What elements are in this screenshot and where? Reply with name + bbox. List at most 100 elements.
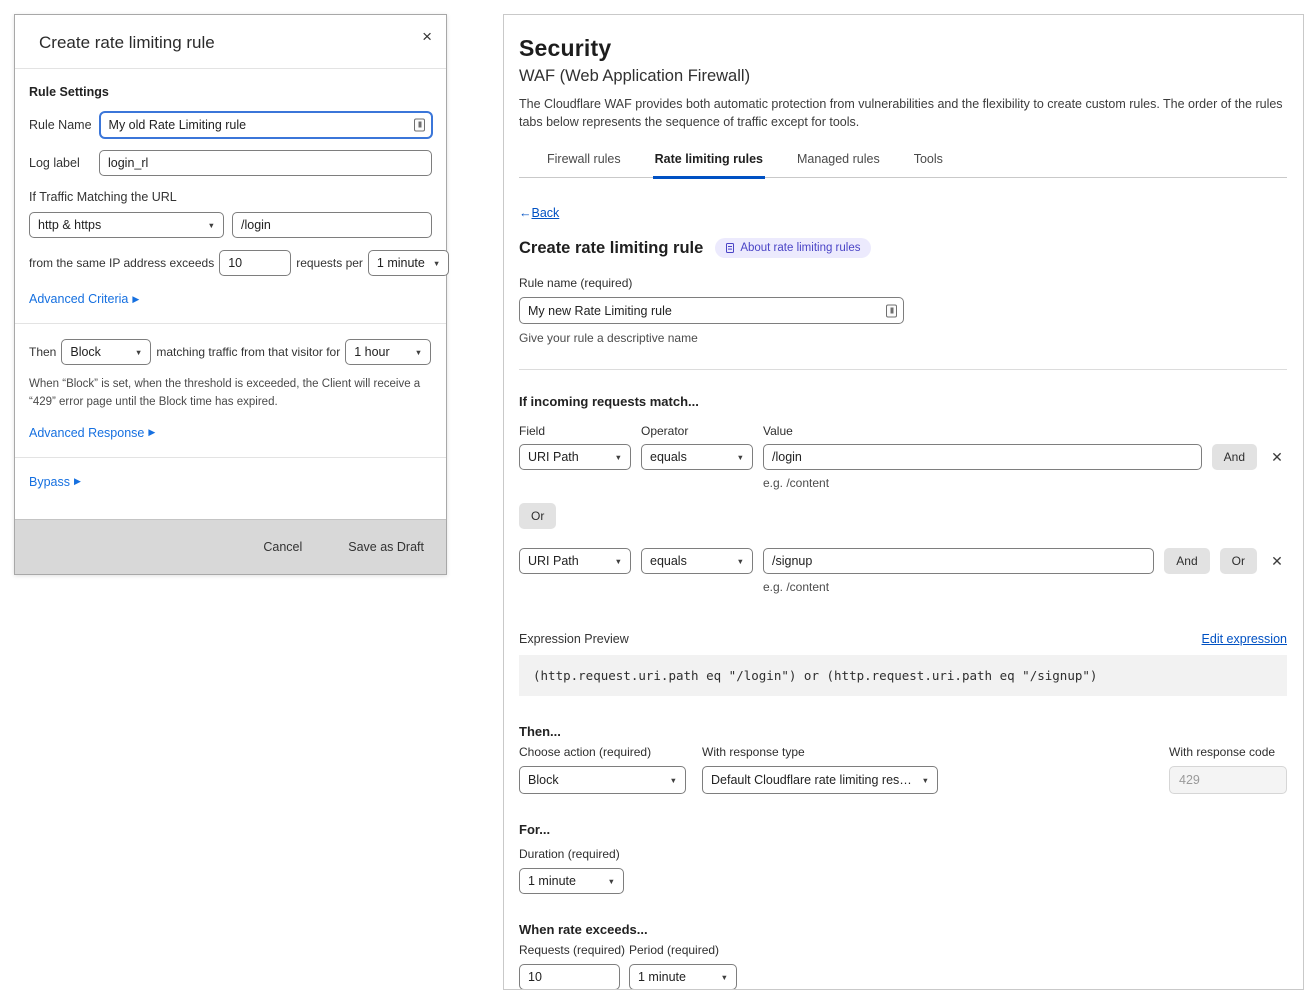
operator-select-value: equals — [650, 554, 687, 568]
period-col: Period (required) 1 minute ▼ — [629, 943, 737, 990]
rule-name-input[interactable] — [100, 112, 432, 138]
response-type-value: Default Cloudflare rate limiting respons… — [711, 773, 914, 787]
rate-section-heading: When rate exceeds... — [519, 922, 1287, 937]
or-connector-row: Or — [519, 503, 1287, 529]
doc-icon — [726, 243, 734, 253]
action-select[interactable]: Block ▼ — [519, 766, 686, 794]
threshold-text-middle: requests per — [296, 256, 363, 270]
rule-name-row: Rule Name — [29, 112, 432, 138]
edit-expression-link[interactable]: Edit expression — [1202, 632, 1287, 646]
and-button[interactable]: And — [1164, 548, 1209, 574]
ban-duration-value: 1 hour — [354, 345, 389, 359]
modal-title: Create rate limiting rule — [39, 33, 430, 53]
cancel-button[interactable]: Cancel — [263, 540, 302, 554]
duration-select-value: 1 minute — [528, 874, 576, 888]
chevron-down-icon: ▼ — [615, 453, 622, 462]
tab-firewall-rules[interactable]: Firewall rules — [545, 148, 623, 177]
close-icon[interactable]: × — [422, 27, 432, 47]
scheme-select[interactable]: http & https ▼ — [29, 212, 224, 238]
requests-col: Requests (required) — [519, 943, 620, 990]
rule-name-label: Rule name (required) — [519, 276, 1287, 290]
or-button[interactable]: Or — [519, 503, 556, 529]
then-text-after: matching traffic from that visitor for — [156, 345, 340, 359]
period-select-value: 1 minute — [377, 256, 425, 270]
modal-footer: Cancel Save as Draft — [15, 519, 446, 574]
block-note: When “Block” is set, when the threshold … — [29, 376, 432, 412]
back-link[interactable]: ←Back — [519, 206, 559, 220]
field-select[interactable]: URI Path ▼ — [519, 548, 631, 574]
log-label-row: Log label — [29, 150, 432, 176]
log-label-input-wrap — [99, 150, 432, 176]
operator-select[interactable]: equals ▼ — [641, 444, 753, 470]
requests-label: Requests (required) — [519, 943, 620, 957]
modal-header: Create rate limiting rule × — [15, 15, 446, 69]
rule-name-input[interactable] — [519, 297, 904, 324]
about-badge-label: About rate limiting rules — [740, 242, 860, 254]
save-as-draft-button[interactable]: Save as Draft — [348, 540, 424, 554]
advanced-criteria-link[interactable]: Advanced Criteria ▶ — [29, 292, 139, 306]
waf-subtitle: WAF (Web Application Firewall) — [519, 67, 1287, 86]
operator-select[interactable]: equals ▼ — [641, 548, 753, 574]
operator-select-value: equals — [650, 450, 687, 464]
bypass-link[interactable]: Bypass ▶ — [29, 475, 81, 489]
then-row: Then Block ▼ matching traffic from that … — [29, 339, 432, 365]
chevron-down-icon: ▼ — [670, 776, 677, 785]
url-input[interactable] — [232, 212, 432, 238]
rule-name-helper: Give your rule a descriptive name — [519, 331, 1287, 345]
chevron-down-icon: ▼ — [208, 221, 215, 230]
chevron-down-icon: ▼ — [135, 348, 142, 357]
create-rule-heading: Create rate limiting rule — [519, 239, 703, 258]
chevron-down-icon: ▼ — [608, 877, 615, 886]
divider — [15, 457, 446, 458]
remove-condition-icon[interactable]: ✕ — [1267, 553, 1287, 570]
about-rate-limiting-badge[interactable]: About rate limiting rules — [715, 238, 871, 258]
requests-input[interactable] — [519, 964, 620, 990]
chevron-down-icon: ▼ — [615, 557, 622, 566]
operator-column-label: Operator — [641, 424, 753, 438]
action-select[interactable]: Block ▼ — [61, 339, 151, 365]
waf-tabs: Firewall rules Rate limiting rules Manag… — [519, 148, 1287, 178]
field-select[interactable]: URI Path ▼ — [519, 444, 631, 470]
duration-label: Duration (required) — [519, 847, 1287, 861]
action-select-value: Block — [528, 773, 559, 787]
remove-condition-icon[interactable]: ✕ — [1267, 449, 1287, 466]
or-button[interactable]: Or — [1220, 548, 1257, 574]
then-controls-row: Choose action (required) Block ▼ With re… — [519, 745, 1287, 794]
condition-row: URI Path ▼ equals ▼ And Or ✕ — [519, 548, 1287, 574]
create-rule-heading-row: Create rate limiting rule About rate lim… — [519, 238, 1287, 258]
chevron-down-icon: ▼ — [721, 973, 728, 982]
rule-name-input-wrap — [519, 297, 904, 324]
tab-tools[interactable]: Tools — [912, 148, 945, 177]
advanced-response-label: Advanced Response — [29, 426, 144, 440]
waf-description: The Cloudflare WAF provides both automat… — [519, 95, 1285, 131]
choose-action-label: Choose action (required) — [519, 745, 686, 759]
password-manager-icon[interactable] — [886, 304, 897, 317]
tab-managed-rules[interactable]: Managed rules — [795, 148, 882, 177]
advanced-criteria-label: Advanced Criteria — [29, 292, 128, 306]
period-select[interactable]: 1 minute ▼ — [368, 250, 449, 276]
requests-input[interactable] — [219, 250, 291, 276]
expression-preview-label: Expression Preview — [519, 632, 629, 646]
advanced-response-link[interactable]: Advanced Response ▶ — [29, 426, 155, 440]
url-input-wrap — [232, 212, 432, 238]
ban-duration-select[interactable]: 1 hour ▼ — [345, 339, 431, 365]
caret-right-icon: ▶ — [148, 427, 155, 438]
value-helper: e.g. /content — [763, 580, 1287, 594]
password-manager-icon[interactable] — [414, 119, 425, 132]
period-select-value: 1 minute — [638, 970, 686, 984]
rule-name-input-wrap — [100, 112, 432, 138]
tab-rate-limiting-rules[interactable]: Rate limiting rules — [653, 148, 765, 179]
value-input[interactable] — [763, 548, 1154, 574]
field-column-label: Field — [519, 424, 631, 438]
period-select[interactable]: 1 minute ▼ — [629, 964, 737, 990]
response-type-col: With response type Default Cloudflare ra… — [702, 745, 938, 794]
page-title: Security — [519, 35, 1287, 62]
chevron-down-icon: ▼ — [922, 776, 929, 785]
and-button[interactable]: And — [1212, 444, 1257, 470]
bypass-label: Bypass — [29, 475, 70, 489]
duration-select[interactable]: 1 minute ▼ — [519, 868, 624, 894]
response-type-select[interactable]: Default Cloudflare rate limiting respons… — [702, 766, 938, 794]
log-label-input[interactable] — [99, 150, 432, 176]
value-input[interactable] — [763, 444, 1202, 470]
rule-settings-heading: Rule Settings — [29, 85, 432, 99]
